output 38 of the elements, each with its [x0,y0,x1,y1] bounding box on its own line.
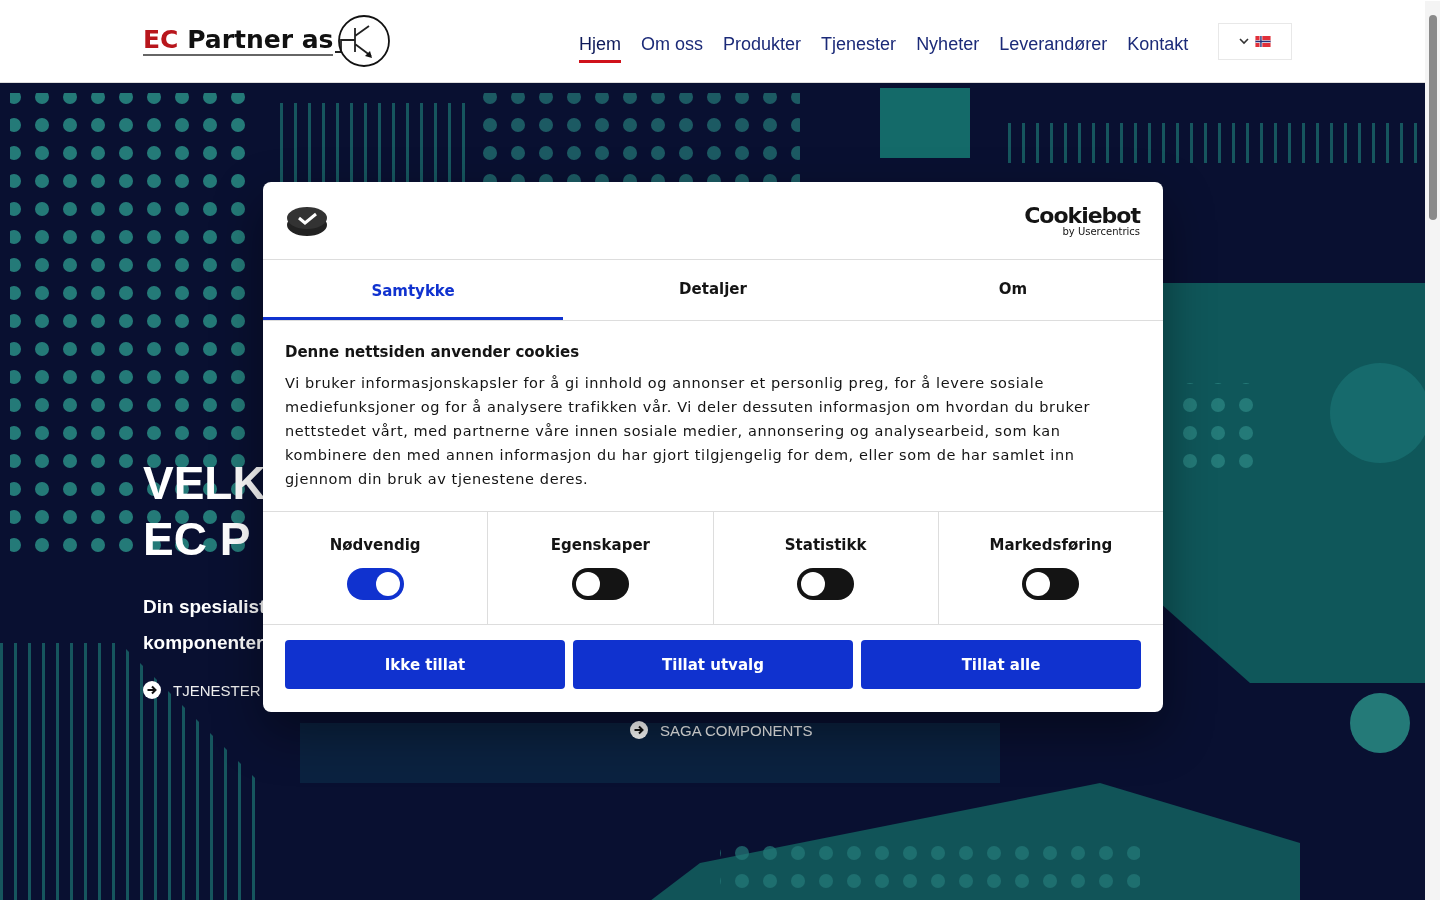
nav-link[interactable]: Tjenester [821,27,897,63]
logo-text[interactable]: EC Partner as [143,26,334,56]
language-selector[interactable] [1218,22,1293,60]
dialog-tab[interactable]: Samtykke [263,260,563,320]
hero-heading: EC P [143,512,252,567]
consent-button[interactable]: Tillat alle [861,640,1141,689]
brand-name: Cookiebot [1024,204,1140,227]
nav-link[interactable]: Produkter [723,27,802,63]
brand-byline: by Usercentrics [1062,226,1140,237]
nav-link[interactable]: Kontakt [1127,27,1189,63]
dialog-tab[interactable]: Om [863,260,1163,320]
toggle-switch[interactable] [571,568,629,600]
dialog-tab[interactable]: Detaljer [563,260,863,320]
flag-icon [1255,35,1272,47]
check-badge-icon [286,204,328,237]
hero-heading: VELK [143,456,266,511]
dialog-title: Denne nettsiden anvender cookies [285,343,581,361]
category-label: Nødvendig [329,536,421,554]
category-label: Markedsføring [989,536,1113,554]
nav-link[interactable]: Nyheter [916,27,980,63]
consent-button[interactable]: Tillat utvalg [573,640,853,689]
dialog-text: Vi bruker informasjonskapsler for å gi innhold og annonser et personlig preg, for å levere sosiale mediefunksjoner og for å analysere trafikken vår. Vi deler dessuten informasjon om hvordan du bruker nettstedet vårt, med partnerne våre innen sosiale medier, annonsering og analysearbeid, som kan kombinere den med annen informasjon du har gjort tilgjengelig for dem, eller som de har samlet inn gjennom din bruk av tjenestene deres. [285,374,1091,489]
nav-link[interactable]: Om oss [641,27,704,63]
nav-link[interactable]: Leverandører [999,27,1108,63]
consent-button[interactable]: Ikke tillat [285,640,565,689]
toggle-switch[interactable] [1022,568,1080,600]
arrow-right-icon [630,721,648,739]
nav-link[interactable]: Hjem [579,27,621,63]
toggle-switch[interactable] [346,568,404,600]
category-label: Egenskaper [550,536,650,554]
arrow-right-icon [143,681,161,699]
chevron-down-icon [1239,37,1250,45]
category-label: Statistikk [784,536,867,554]
toggle-switch[interactable] [797,568,855,600]
hero-link[interactable]: TJENESTER [143,681,261,699]
scrollbar[interactable] [1425,1,1440,900]
hero-link[interactable]: SAGA COMPONENTS [630,721,813,739]
hero-subtitle: komponenter [143,631,265,655]
